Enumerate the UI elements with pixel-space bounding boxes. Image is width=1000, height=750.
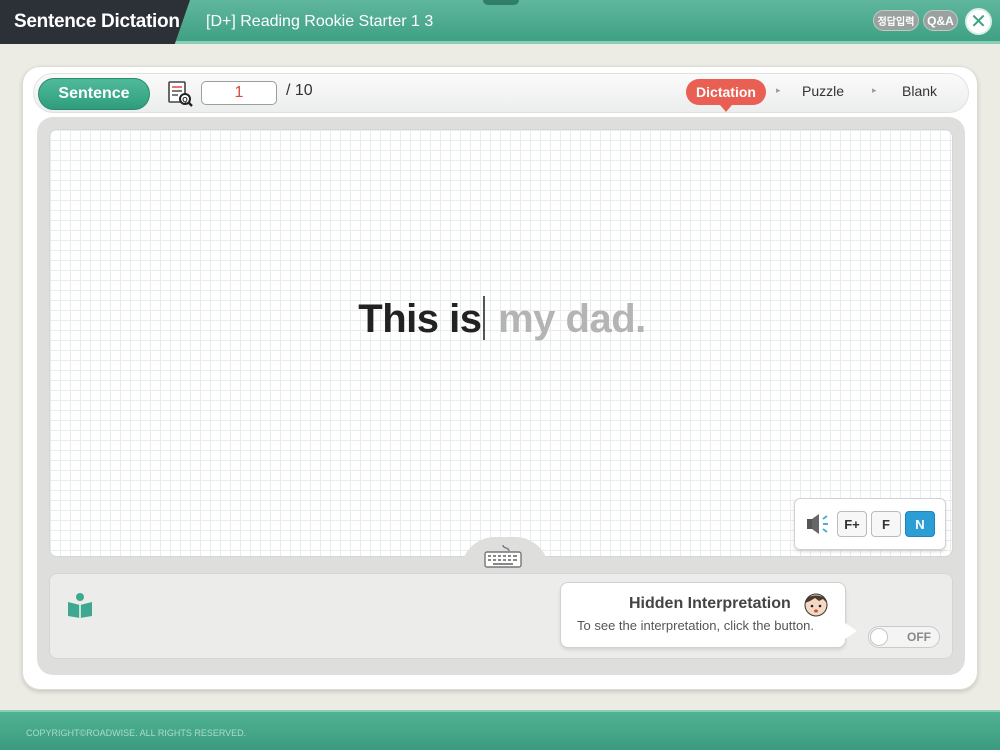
page-number-input[interactable]: 1	[201, 81, 277, 105]
copyright: COPYRIGHT©ROADWISE. ALL RIGHTS RESERVED.	[26, 728, 247, 738]
speaker-icon[interactable]	[805, 511, 831, 537]
top-bar: Sentence Dictation [D+] Reading Rookie S…	[0, 0, 1000, 44]
step-puzzle[interactable]: Puzzle	[802, 83, 844, 99]
dictation-sentence[interactable]: This is my dad.	[50, 296, 954, 342]
keyboard-icon[interactable]	[483, 543, 523, 569]
toggle-knob[interactable]	[870, 628, 888, 646]
interpretation-panel: Hidden Interpretation To see the interpr…	[49, 573, 953, 659]
writing-board: This is my dad. F+ F N Hidden Interpreta…	[37, 117, 965, 675]
qa-button[interactable]: Q&A	[923, 10, 958, 31]
step-dictation[interactable]: Dictation	[686, 79, 766, 112]
document-search-icon[interactable]: Q	[166, 80, 194, 108]
main-card: Sentence Q 1 / 10 Dictation ▸ Puzzle ▸ B…	[22, 66, 978, 690]
step-arrow-icon: ▸	[872, 85, 877, 95]
app-title: Sentence Dictation	[0, 0, 190, 44]
course-title: [D+] Reading Rookie Starter 1 3	[206, 13, 434, 30]
interpretation-bubble: Hidden Interpretation To see the interpr…	[560, 582, 857, 648]
audio-panel: F+ F N	[794, 498, 946, 550]
face-icon	[804, 593, 828, 617]
toolbar: Sentence Q 1 / 10 Dictation ▸ Puzzle ▸ B…	[33, 73, 969, 113]
speed-fast-plus-button[interactable]: F+	[837, 511, 867, 537]
sentence-mode-button[interactable]: Sentence	[38, 78, 150, 110]
answer-input-button[interactable]: 정답입력	[873, 10, 919, 31]
speed-fast-button[interactable]: F	[871, 511, 901, 537]
book-icon	[68, 593, 92, 618]
interpretation-title: Hidden Interpretation	[629, 595, 791, 612]
close-icon[interactable]: ✕	[965, 8, 992, 35]
top-handle[interactable]	[483, 0, 519, 5]
dictation-grid[interactable]: This is my dad. F+ F N	[49, 129, 953, 557]
text-cursor	[483, 296, 486, 340]
interpretation-toggle[interactable]: OFF	[868, 626, 940, 648]
step-blank[interactable]: Blank	[902, 83, 937, 99]
toggle-state: OFF	[907, 630, 931, 644]
footer: COPYRIGHT©ROADWISE. ALL RIGHTS RESERVED.	[0, 710, 1000, 750]
speed-normal-button[interactable]: N	[905, 511, 935, 537]
step-arrow-icon: ▸	[776, 85, 781, 95]
page-total: / 10	[286, 82, 313, 99]
typed-text: This is	[358, 297, 482, 341]
svg-text:Q: Q	[182, 97, 188, 104]
interpretation-description: To see the interpretation, click the but…	[577, 618, 815, 633]
hint-text: my dad.	[487, 297, 646, 341]
